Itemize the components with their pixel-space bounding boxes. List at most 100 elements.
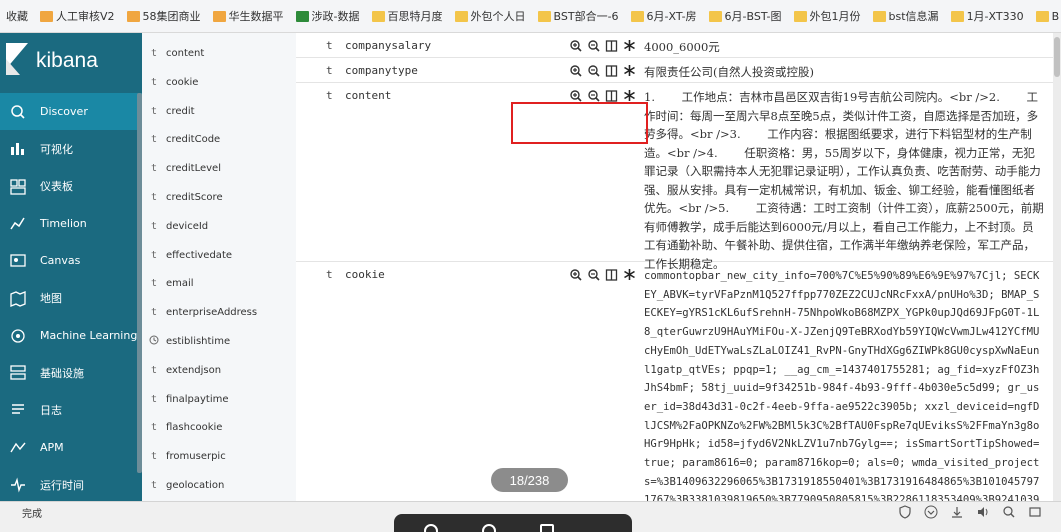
bookmark-item[interactable]: 人工审核V2 <box>40 8 115 24</box>
bookmark-item[interactable]: 1月-XT330 <box>950 8 1024 24</box>
filter-exists-icon[interactable] <box>623 38 641 52</box>
zoom-in-icon[interactable] <box>569 38 587 52</box>
bookmark-icon <box>126 10 140 22</box>
field-item[interactable]: t cookie <box>142 68 296 97</box>
sidebar-item[interactable]: 可视化 <box>0 130 142 167</box>
dashboard-icon <box>0 168 32 205</box>
bookmark-item[interactable]: 华生数据平 <box>212 8 284 24</box>
toggle-column-icon[interactable] <box>605 88 623 102</box>
field-list: t content t cookie t credit t creditCode t credit… <box>142 33 296 501</box>
field-item[interactable]: t effectivedate <box>142 241 296 270</box>
field-name: credit <box>166 105 195 117</box>
sidebar-item[interactable]: 地图 <box>0 280 142 317</box>
field-item[interactable]: t finalpaytime <box>142 385 296 414</box>
bookmarks-bar: 收藏 人工审核V2 58集团商业 华生数据平 涉政-数据 百思特月度 外包个人日 BST部合一… <box>0 0 1061 33</box>
field-item[interactable]: t enterpriseAddress <box>142 298 296 327</box>
bookmark-item[interactable]: 涉政-数据 <box>295 8 360 24</box>
bookmark-item[interactable]: 外包1月份 <box>793 8 861 24</box>
toggle-column-icon[interactable] <box>605 267 623 281</box>
sidebar-item-label: 日志 <box>40 403 62 417</box>
field-item[interactable]: t content <box>142 39 296 68</box>
download-icon[interactable] <box>950 504 976 518</box>
bookmark-item[interactable]: 6月-XT-房 <box>630 8 697 24</box>
sidebar-item[interactable]: Canvas <box>0 242 142 279</box>
sidebar-item[interactable]: Timelion <box>0 205 142 242</box>
toggle-column-icon[interactable] <box>605 38 623 52</box>
field-item[interactable]: t creditScore <box>142 183 296 212</box>
field-item[interactable]: t creditCode <box>142 125 296 154</box>
zoom-out-icon[interactable] <box>587 38 605 52</box>
bookmark-label: 百思特月度 <box>387 10 443 23</box>
zoom-out-icon[interactable] <box>587 267 605 281</box>
field-name: effectivedate <box>166 249 233 261</box>
field-item[interactable]: t deviceId <box>142 212 296 241</box>
field-item[interactable]: t credit <box>142 97 296 126</box>
sidebar-item[interactable]: Discover <box>0 93 142 130</box>
filter-exists-icon[interactable] <box>623 88 641 102</box>
chevron-down-icon[interactable] <box>924 504 950 519</box>
toggle-column-icon[interactable] <box>605 63 623 77</box>
zoom-out-icon[interactable] <box>587 63 605 77</box>
sidebar-item-label: APM <box>40 440 64 454</box>
search-icon[interactable] <box>424 524 438 532</box>
field-name: estiblishtime <box>166 336 231 347</box>
sidebar-item[interactable]: 运行时间 <box>0 466 142 501</box>
zoom-in-icon[interactable] <box>569 88 587 102</box>
bookmark-item[interactable]: 6月-BST-图 <box>708 8 782 24</box>
row-actions <box>569 88 641 102</box>
status-icons <box>898 504 1054 519</box>
bookmark-item[interactable]: 百思特月度 <box>371 8 443 24</box>
filter-exists-icon[interactable] <box>623 63 641 77</box>
window-icon[interactable] <box>540 524 554 532</box>
bookmark-item[interactable]: 58集团商业 <box>126 8 201 24</box>
field-name: content <box>166 48 205 59</box>
field-item[interactable]: t creditLevel <box>142 154 296 183</box>
zoom-in-icon[interactable] <box>569 63 587 77</box>
bookmark-item[interactable]: 收藏 <box>6 8 28 24</box>
sidebar-item[interactable]: APM <box>0 429 142 466</box>
bookmark-item[interactable]: BST部合一-6 <box>537 8 619 24</box>
field-item[interactable]: t flashcookie <box>142 413 296 442</box>
floating-toolbar <box>394 514 632 532</box>
sidebar-item[interactable]: 日志 <box>0 391 142 428</box>
field-value: commontopbar_new_city_info=700%7C%E5%90%… <box>644 270 1040 501</box>
field-type: t <box>150 163 158 175</box>
field-item[interactable]: t email <box>142 269 296 298</box>
field-name: geolocation <box>166 480 225 491</box>
field-type: t <box>150 364 158 376</box>
window-icon[interactable] <box>1028 504 1054 518</box>
uptime-icon <box>0 466 32 501</box>
sidebar-item[interactable]: 基础设施 <box>0 354 142 391</box>
folder-icon <box>793 10 807 22</box>
row-actions <box>569 63 641 77</box>
sidebar-item[interactable]: Machine Learning <box>0 317 142 354</box>
kibana-brand[interactable]: kibana <box>0 33 142 89</box>
canvas-icon <box>0 242 32 279</box>
bookmark-item[interactable]: 外包个人日 <box>454 8 526 24</box>
field-type: t <box>150 105 158 117</box>
zoom-icon[interactable] <box>1002 504 1028 518</box>
sound-icon[interactable] <box>976 504 1002 518</box>
zoom-icon[interactable] <box>482 524 496 532</box>
field-item[interactable]: t geolocation <box>142 471 296 500</box>
scrollbar-thumb[interactable] <box>1054 37 1060 77</box>
discover-icon <box>0 93 32 130</box>
bookmark-label: 6月-XT-房 <box>646 10 697 23</box>
vertical-scrollbar[interactable] <box>1053 33 1061 501</box>
field-item[interactable]: t extendjson <box>142 356 296 385</box>
field-type: t <box>150 192 158 203</box>
field-item[interactable]: t fromuserpic <box>142 442 296 471</box>
bookmark-item[interactable]: bst信息漏 <box>872 8 939 24</box>
doc-row: t companytype 有限责任公司(自然人投资或控股) <box>296 58 1053 83</box>
field-item[interactable]: estiblishtime <box>142 327 296 356</box>
zoom-out-icon[interactable] <box>587 88 605 102</box>
bookmark-item[interactable]: B <box>1035 10 1059 23</box>
sidebar-item[interactable]: 仪表板 <box>0 168 142 205</box>
bookmark-label: 6月-BST-图 <box>724 10 782 23</box>
zoom-in-icon[interactable] <box>569 267 587 281</box>
shield-icon[interactable] <box>898 504 924 519</box>
field-name: deviceId <box>166 220 209 232</box>
filter-exists-icon[interactable] <box>623 267 641 281</box>
bookmark-label: 外包个人日 <box>470 10 526 23</box>
folder-icon <box>630 10 644 22</box>
